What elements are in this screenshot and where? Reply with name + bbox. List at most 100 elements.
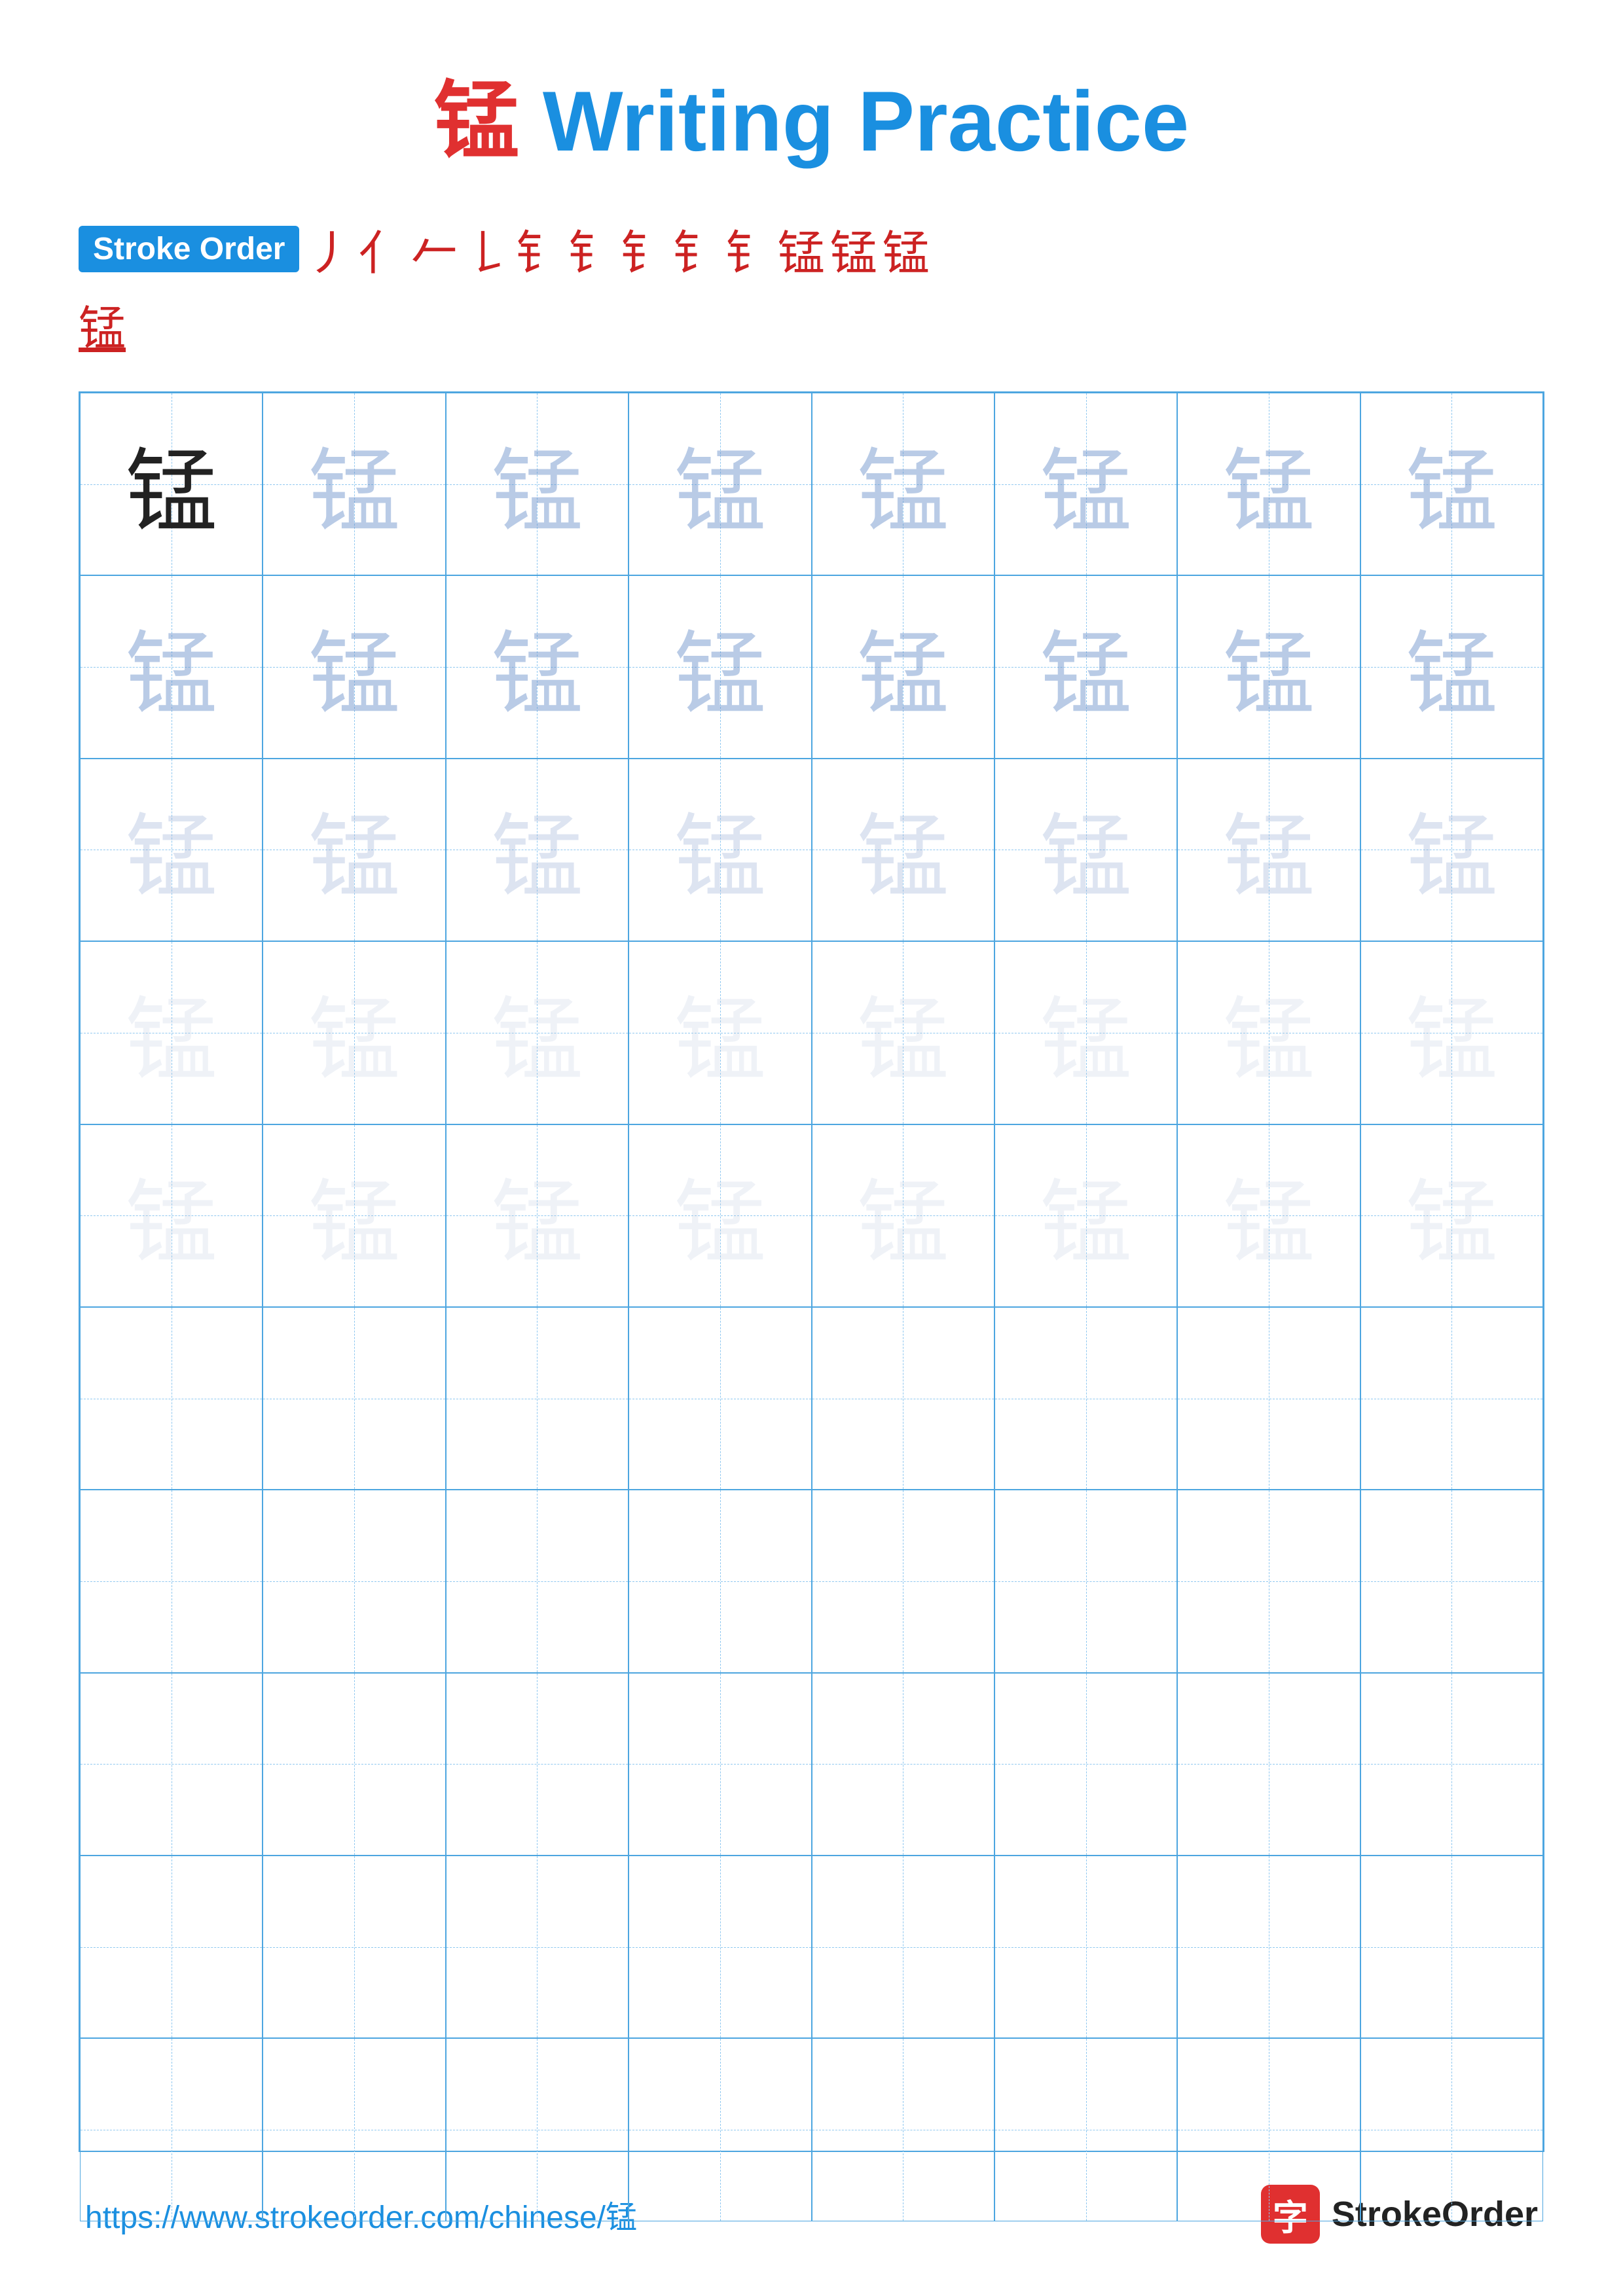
grid-cell-r6c5[interactable] [812,1307,994,1490]
grid-cell-r10c2[interactable] [263,2038,445,2221]
grid-cell-r10c8[interactable] [1360,2038,1543,2221]
grid-cell-r3c4[interactable]: 锰 [629,759,811,941]
grid-cell-r8c5[interactable] [812,1673,994,1856]
grid-cell-r10c3[interactable] [446,2038,629,2221]
grid-cell-r2c6[interactable]: 锰 [994,575,1177,758]
grid-cell-r4c2[interactable]: 锰 [263,941,445,1124]
grid-cell-r1c5[interactable]: 锰 [812,393,994,575]
grid-cell-r3c1[interactable]: 锰 [80,759,263,941]
grid-cell-r2c1[interactable]: 锰 [80,575,263,758]
grid-cell-r10c4[interactable] [629,2038,811,2221]
grid-cell-r4c8[interactable]: 锰 [1360,941,1543,1124]
grid-cell-r3c5[interactable]: 锰 [812,759,994,941]
grid-cell-r1c8[interactable]: 锰 [1360,393,1543,575]
char-display: 锰 [1406,967,1497,1099]
grid-cell-r7c3[interactable] [446,1490,629,1672]
grid-cell-r9c6[interactable] [994,1856,1177,2038]
char-display: 锰 [1040,601,1132,733]
grid-cell-r2c3[interactable]: 锰 [446,575,629,758]
grid-cell-r5c8[interactable]: 锰 [1360,1124,1543,1307]
grid-cell-r7c7[interactable] [1177,1490,1360,1672]
stroke-4: 𠄌 [463,215,510,283]
grid-cell-r6c4[interactable] [629,1307,811,1490]
stroke-order-section: Stroke Order 丿 亻 𠂉 𠄌 钅 钅 钅 钅 钅 锰 锰 锰 锰 [79,215,1544,359]
char-display: 锰 [308,967,400,1099]
grid-cell-r8c1[interactable] [80,1673,263,1856]
stroke-chars: 丿 亻 𠂉 𠄌 钅 钅 钅 钅 钅 锰 锰 锰 [306,215,929,283]
grid-cell-r6c1[interactable] [80,1307,263,1490]
grid-cell-r8c4[interactable] [629,1673,811,1856]
grid-cell-r4c7[interactable]: 锰 [1177,941,1360,1124]
grid-cell-r4c6[interactable]: 锰 [994,941,1177,1124]
grid-cell-r5c6[interactable]: 锰 [994,1124,1177,1307]
char-display: 锰 [1406,783,1497,916]
char-display: 锰 [1223,967,1315,1099]
grid-cell-r6c2[interactable] [263,1307,445,1490]
grid-cell-r5c1[interactable]: 锰 [80,1124,263,1307]
grid-cell-r6c8[interactable] [1360,1307,1543,1490]
grid-cell-r1c1[interactable]: 锰 [80,393,263,575]
grid-cell-r4c1[interactable]: 锰 [80,941,263,1124]
grid-cell-r3c6[interactable]: 锰 [994,759,1177,941]
grid-cell-r8c2[interactable] [263,1673,445,1856]
grid-cell-r10c5[interactable] [812,2038,994,2221]
grid-cell-r2c5[interactable]: 锰 [812,575,994,758]
grid-cell-r5c7[interactable]: 锰 [1177,1124,1360,1307]
grid-cell-r10c6[interactable] [994,2038,1177,2221]
grid-cell-r1c2[interactable]: 锰 [263,393,445,575]
stroke-order-final-char: 锰 [79,290,1544,359]
grid-cell-r2c7[interactable]: 锰 [1177,575,1360,758]
char-display: 锰 [674,418,766,550]
grid-cell-r5c4[interactable]: 锰 [629,1124,811,1307]
grid-cell-r3c7[interactable]: 锰 [1177,759,1360,941]
grid-cell-r7c2[interactable] [263,1490,445,1672]
grid-cell-r9c7[interactable] [1177,1856,1360,2038]
grid-cell-r5c3[interactable]: 锰 [446,1124,629,1307]
grid-cell-r1c3[interactable]: 锰 [446,393,629,575]
grid-cell-r2c8[interactable]: 锰 [1360,575,1543,758]
grid-cell-r8c3[interactable] [446,1673,629,1856]
grid-cell-r8c7[interactable] [1177,1673,1360,1856]
grid-cell-r7c4[interactable] [629,1490,811,1672]
grid-cell-r4c3[interactable]: 锰 [446,941,629,1124]
page: 锰 Writing Practice Stroke Order 丿 亻 𠂉 𠄌 … [0,0,1623,2296]
grid-cell-r1c4[interactable]: 锰 [629,393,811,575]
grid-cell-r4c4[interactable]: 锰 [629,941,811,1124]
grid-cell-r9c1[interactable] [80,1856,263,2038]
char-display: 锰 [674,783,766,916]
char-display: 锰 [674,601,766,733]
grid-cell-r7c8[interactable] [1360,1490,1543,1672]
grid-cell-r6c3[interactable] [446,1307,629,1490]
char-display: 锰 [1223,783,1315,916]
stroke-5: 钅 [516,215,563,283]
grid-cell-r9c2[interactable] [263,1856,445,2038]
grid-cell-r9c3[interactable] [446,1856,629,2038]
grid-cell-r3c8[interactable]: 锰 [1360,759,1543,941]
grid-cell-r6c7[interactable] [1177,1307,1360,1490]
grid-cell-r1c7[interactable]: 锰 [1177,393,1360,575]
grid-cell-r3c2[interactable]: 锰 [263,759,445,941]
char-display: 锰 [491,1149,583,1282]
grid-cell-r4c5[interactable]: 锰 [812,941,994,1124]
grid-cell-r5c2[interactable]: 锰 [263,1124,445,1307]
grid-cell-r7c1[interactable] [80,1490,263,1672]
grid-cell-r8c6[interactable] [994,1673,1177,1856]
grid-cell-r9c5[interactable] [812,1856,994,2038]
char-display: 锰 [1406,1149,1497,1282]
char-display: 锰 [308,601,400,733]
grid-cell-r9c4[interactable] [629,1856,811,2038]
grid-cell-r9c8[interactable] [1360,1856,1543,2038]
grid-cell-r10c1[interactable] [80,2038,263,2221]
grid-cell-r2c4[interactable]: 锰 [629,575,811,758]
grid-cell-r6c6[interactable] [994,1307,1177,1490]
grid-cell-r3c3[interactable]: 锰 [446,759,629,941]
grid-cell-r8c8[interactable] [1360,1673,1543,1856]
grid-cell-r2c2[interactable]: 锰 [263,575,445,758]
grid-cell-r10c7[interactable] [1177,2038,1360,2221]
grid-cell-r1c6[interactable]: 锰 [994,393,1177,575]
grid-cell-r5c5[interactable]: 锰 [812,1124,994,1307]
stroke-11: 锰 [830,215,877,283]
char-display: 锰 [674,967,766,1099]
grid-cell-r7c5[interactable] [812,1490,994,1672]
grid-cell-r7c6[interactable] [994,1490,1177,1672]
